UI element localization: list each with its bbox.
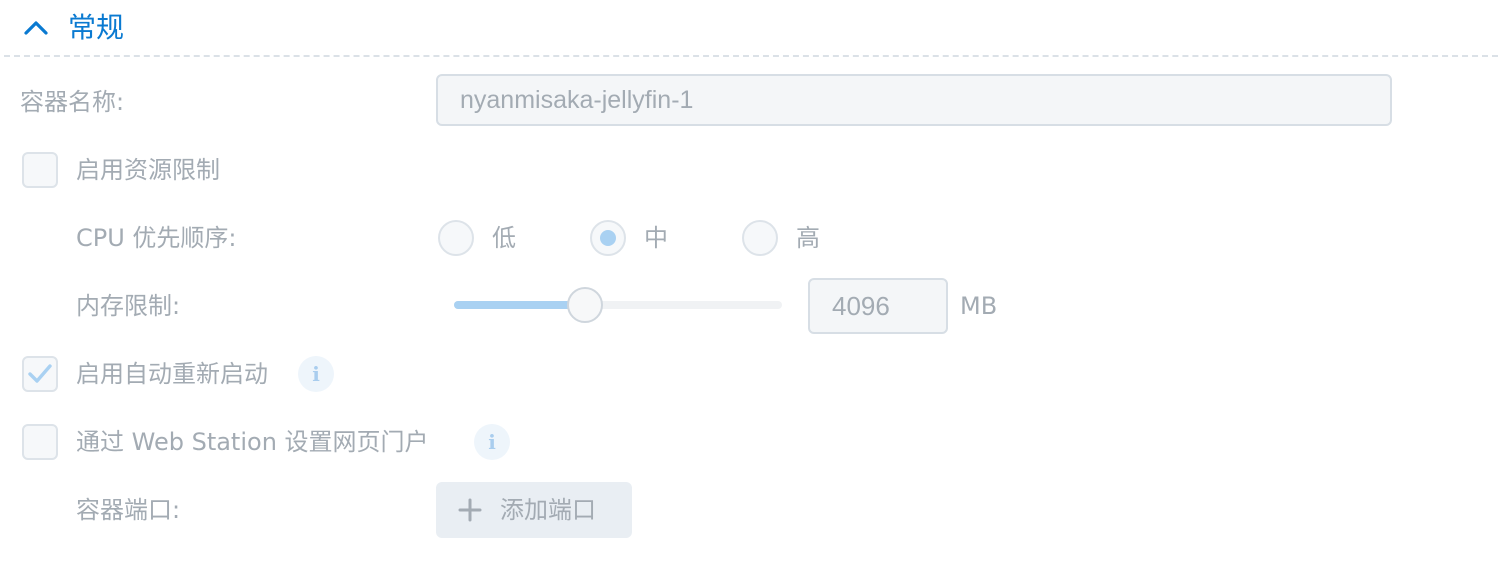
memory-limit-slider-fill (454, 301, 586, 309)
cpu-priority-low-radio[interactable] (438, 220, 474, 256)
memory-limit-label: 内存限制: (76, 292, 181, 320)
web-station-checkbox[interactable] (22, 424, 58, 460)
container-name-label: 容器名称: (20, 88, 125, 116)
info-icon[interactable]: i (298, 356, 334, 392)
container-settings-panel: 常规 容器名称: nyanmisaka-jellyfin-1 启用资源限制 CP… (0, 0, 1504, 576)
cpu-priority-medium-label: 中 (644, 224, 668, 252)
add-port-button[interactable]: 添加端口 (436, 482, 632, 538)
info-icon[interactable]: i (474, 424, 510, 460)
resource-limit-checkbox[interactable] (22, 152, 58, 188)
auto-restart-label: 启用自动重新启动 (76, 360, 268, 388)
chevron-up-icon[interactable] (22, 14, 50, 42)
cpu-priority-high-label: 高 (796, 224, 820, 252)
plus-icon (458, 498, 482, 522)
container-port-label: 容器端口: (76, 496, 181, 524)
container-name-input[interactable]: nyanmisaka-jellyfin-1 (436, 74, 1392, 126)
web-station-label: 通过 Web Station 设置网页门户 (76, 428, 429, 456)
section-title: 常规 (68, 11, 125, 44)
cpu-priority-label: CPU 优先顺序: (76, 224, 237, 252)
resource-limit-label: 启用资源限制 (76, 156, 220, 184)
memory-limit-slider[interactable] (454, 287, 782, 323)
memory-limit-slider-thumb[interactable] (567, 287, 604, 323)
add-port-button-label: 添加端口 (500, 496, 596, 524)
memory-unit-label: MB (960, 292, 998, 320)
memory-limit-input[interactable]: 4096 (808, 278, 948, 334)
cpu-priority-medium-radio[interactable] (590, 220, 626, 256)
cpu-priority-high-radio[interactable] (742, 220, 778, 256)
cpu-priority-low-label: 低 (492, 224, 516, 252)
checkmark-icon (28, 364, 52, 383)
section-divider (4, 55, 1498, 57)
auto-restart-checkbox[interactable] (22, 356, 58, 392)
section-header-general[interactable]: 常规 (0, 0, 1504, 56)
